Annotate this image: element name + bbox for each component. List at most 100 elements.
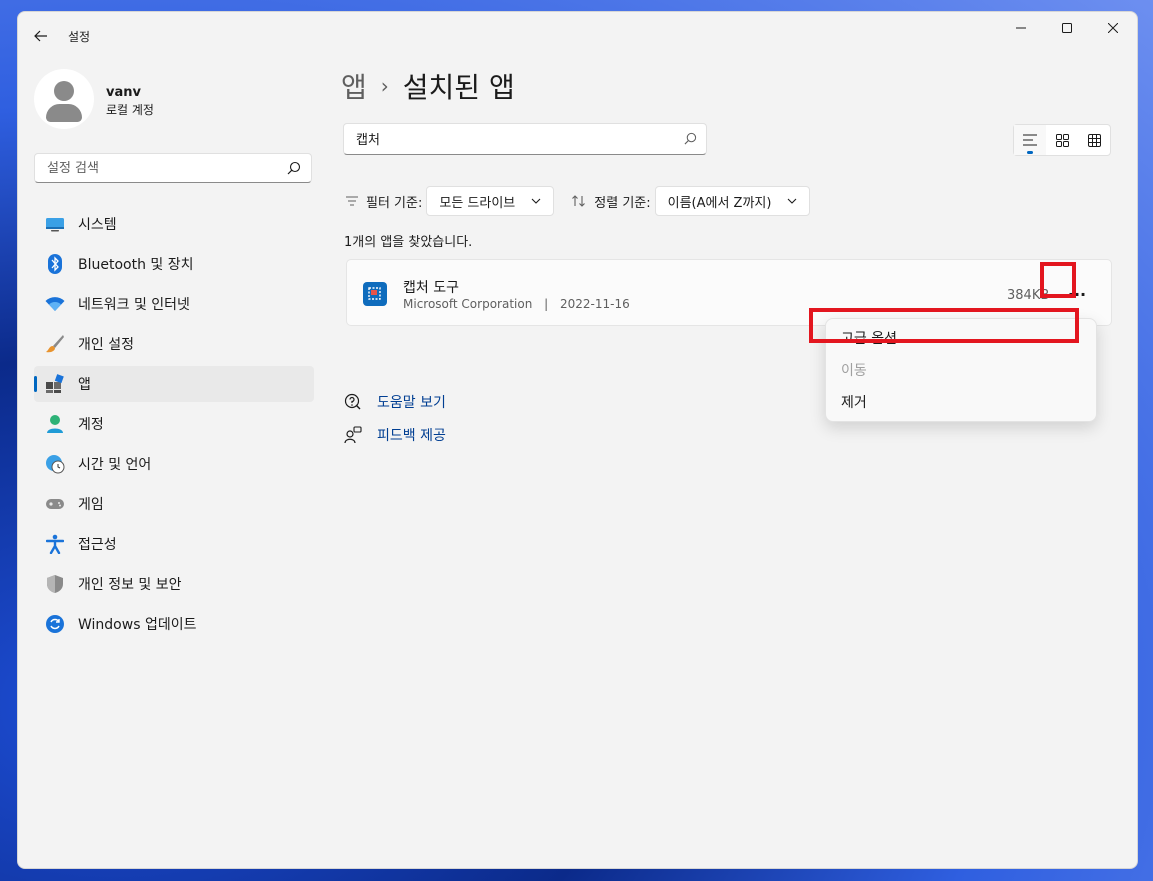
sidebar-item-label: 계정 bbox=[78, 417, 104, 433]
avatar[interactable] bbox=[34, 69, 94, 129]
settings-search-input[interactable] bbox=[45, 160, 279, 177]
snipping-tool-icon bbox=[363, 282, 387, 306]
sort-dropdown[interactable]: 이름(A에서 Z까지) bbox=[654, 186, 811, 216]
sort-icon bbox=[572, 195, 586, 207]
menu-item-uninstall[interactable]: 제거 bbox=[830, 387, 1092, 417]
app-size: 384KB bbox=[1007, 288, 1050, 303]
monitor-icon bbox=[45, 214, 65, 234]
menu-item-label: 고급 옵션 bbox=[841, 331, 897, 347]
account-type: 로컬 계정 bbox=[106, 103, 154, 117]
sidebar-item-label: 개인 정보 및 보안 bbox=[78, 577, 182, 593]
maximize-button[interactable] bbox=[1044, 12, 1090, 44]
sort-label-text: 정렬 기준: bbox=[594, 195, 651, 211]
active-indicator bbox=[34, 376, 37, 392]
sidebar-item-bluetooth[interactable]: Bluetooth 및 장치 bbox=[34, 246, 314, 282]
globe-clock-icon bbox=[45, 454, 65, 474]
window-title: 설정 bbox=[68, 30, 91, 44]
minimize-button[interactable] bbox=[998, 12, 1044, 44]
app-search-box[interactable] bbox=[343, 123, 707, 155]
sidebar-item-gaming[interactable]: 게임 bbox=[34, 486, 314, 522]
filter-icon bbox=[346, 196, 358, 206]
help-icon bbox=[343, 392, 363, 412]
search-icon[interactable] bbox=[287, 161, 301, 175]
search-icon[interactable] bbox=[684, 132, 697, 145]
breadcrumb-parent[interactable]: 앱 bbox=[341, 66, 367, 106]
filter-dropdown-value: 모든 드라이브 bbox=[439, 195, 516, 211]
sidebar-item-label: 앱 bbox=[78, 377, 91, 393]
meta-separator: | bbox=[544, 297, 549, 311]
sidebar-item-label: 게임 bbox=[78, 497, 104, 513]
sidebar-item-label: 시스템 bbox=[78, 217, 117, 233]
filter-label-text: 필터 기준: bbox=[366, 195, 423, 211]
close-icon bbox=[1108, 23, 1118, 33]
tile-view-button[interactable] bbox=[1078, 125, 1110, 155]
feedback-icon bbox=[343, 425, 363, 445]
avatar-head bbox=[54, 81, 74, 101]
breadcrumb: 앱 › 설치된 앱 bbox=[341, 66, 515, 106]
filter-sort-bar: 필터 기준: 모든 드라이브 정렬 기준: 이름(A에서 Z까지) bbox=[346, 185, 811, 217]
sidebar-item-label: 시간 및 언어 bbox=[78, 457, 152, 473]
sidebar-item-personalization[interactable]: 개인 설정 bbox=[34, 326, 314, 362]
sidebar-item-windows-update[interactable]: Windows 업데이트 bbox=[34, 606, 314, 642]
title-bar: 설정 bbox=[18, 12, 1137, 58]
person-icon bbox=[45, 414, 65, 434]
breadcrumb-separator: › bbox=[380, 74, 389, 98]
maximize-icon bbox=[1062, 23, 1072, 33]
menu-item-advanced-options[interactable]: 고급 옵션 bbox=[830, 323, 1092, 353]
sidebar-item-label: 접근성 bbox=[78, 537, 117, 553]
bluetooth-icon bbox=[45, 254, 65, 274]
tile-view-icon bbox=[1087, 133, 1101, 147]
gamepad-icon bbox=[45, 494, 65, 514]
page-title: 설치된 앱 bbox=[402, 71, 515, 104]
app-search-input[interactable] bbox=[354, 130, 678, 147]
update-icon bbox=[45, 614, 65, 634]
more-options-button[interactable]: ··· bbox=[1061, 278, 1093, 310]
user-name: vanv bbox=[106, 85, 141, 100]
grid-view-icon bbox=[1055, 133, 1069, 147]
sidebar-item-network[interactable]: 네트워크 및 인터넷 bbox=[34, 286, 314, 322]
settings-search-box[interactable] bbox=[34, 153, 312, 183]
minimize-icon bbox=[1016, 27, 1026, 29]
menu-item-label: 이동 bbox=[841, 363, 867, 379]
feedback-link[interactable]: 피드백 제공 bbox=[343, 418, 446, 451]
sort-label: 정렬 기준: bbox=[572, 192, 651, 211]
close-button[interactable] bbox=[1090, 12, 1136, 44]
sidebar-item-apps[interactable]: 앱 bbox=[34, 366, 314, 402]
menu-item-label: 제거 bbox=[841, 395, 867, 411]
help-links: 도움말 보기 피드백 제공 bbox=[343, 385, 446, 451]
app-meta: Microsoft Corporation | 2022-11-16 bbox=[403, 297, 630, 311]
chevron-down-icon bbox=[531, 198, 541, 204]
view-toggle bbox=[1013, 124, 1111, 156]
results-count: 1개의 앱을 찾았습니다. bbox=[344, 235, 473, 250]
sidebar-item-time-language[interactable]: 시간 및 언어 bbox=[34, 446, 314, 482]
sidebar-item-label: Windows 업데이트 bbox=[78, 617, 197, 633]
sidebar-item-accessibility[interactable]: 접근성 bbox=[34, 526, 314, 562]
more-icon: ··· bbox=[1067, 284, 1087, 304]
help-link-text: 도움말 보기 bbox=[377, 394, 446, 411]
app-publisher: Microsoft Corporation bbox=[403, 297, 533, 311]
back-arrow-icon bbox=[34, 30, 47, 42]
app-list-item[interactable]: 캡처 도구 Microsoft Corporation | 2022-11-16… bbox=[346, 259, 1112, 326]
accessibility-icon bbox=[45, 534, 65, 554]
settings-window: 설정 vanv 로컬 계정 시스템 Bluetooth bbox=[17, 11, 1138, 869]
list-view-button[interactable] bbox=[1014, 125, 1046, 155]
brush-icon bbox=[45, 334, 65, 354]
app-name: 캡처 도구 bbox=[403, 280, 459, 296]
feedback-link-text: 피드백 제공 bbox=[377, 427, 446, 444]
context-menu: 고급 옵션 이동 제거 bbox=[825, 318, 1097, 422]
apps-icon bbox=[45, 374, 65, 394]
shield-icon bbox=[45, 574, 65, 594]
sidebar-item-system[interactable]: 시스템 bbox=[34, 206, 314, 242]
chevron-down-icon bbox=[788, 198, 797, 204]
sidebar-item-label: Bluetooth 및 장치 bbox=[78, 257, 194, 273]
filter-label: 필터 기준: bbox=[346, 192, 422, 211]
list-view-icon bbox=[1023, 134, 1037, 146]
back-button[interactable] bbox=[30, 26, 52, 46]
sidebar-item-label: 네트워크 및 인터넷 bbox=[78, 297, 190, 313]
help-link[interactable]: 도움말 보기 bbox=[343, 385, 446, 418]
filter-dropdown[interactable]: 모든 드라이브 bbox=[426, 186, 555, 216]
sort-dropdown-value: 이름(A에서 Z까지) bbox=[667, 195, 772, 211]
sidebar-item-accounts[interactable]: 계정 bbox=[34, 406, 314, 442]
sidebar-item-privacy-security[interactable]: 개인 정보 및 보안 bbox=[34, 566, 314, 602]
grid-view-button[interactable] bbox=[1046, 125, 1078, 155]
